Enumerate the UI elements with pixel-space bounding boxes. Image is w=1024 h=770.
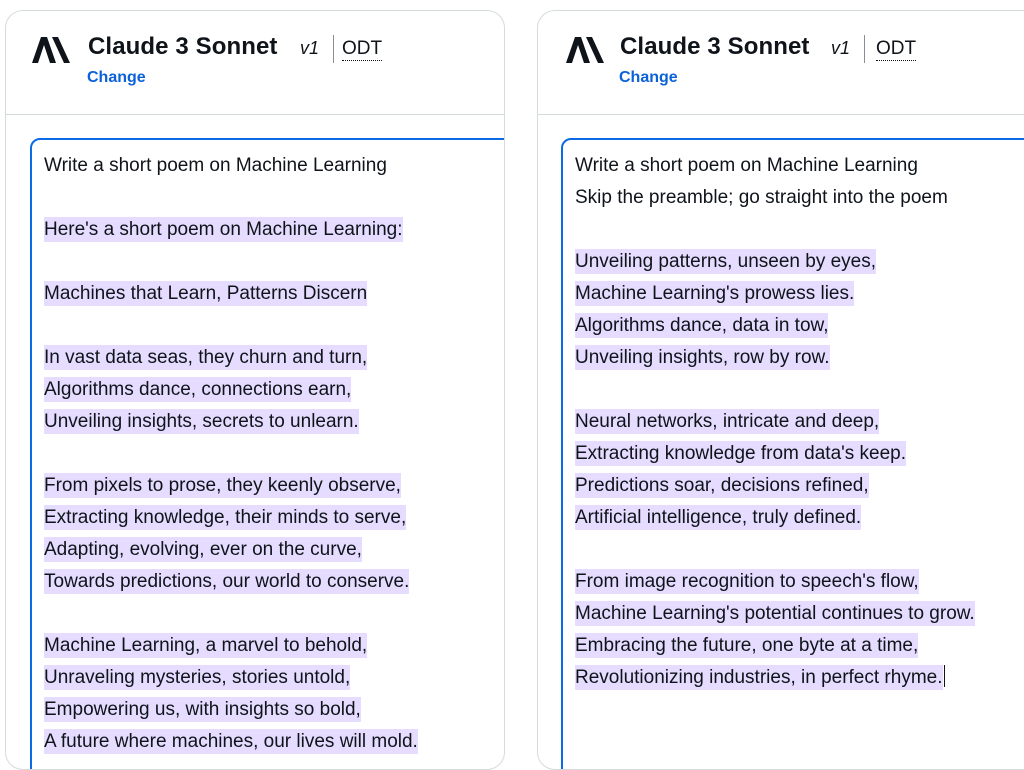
model-version: v1	[300, 38, 320, 58]
model-version: v1	[831, 38, 851, 58]
response-line: Neural networks, intricate and deep,	[575, 409, 880, 434]
response-line: Embracing the future, one byte at a time…	[575, 633, 919, 658]
model-name: Claude 3 Sonnet	[88, 33, 278, 60]
text-content: Write a short poem on Machine Learning H…	[44, 150, 418, 758]
response-line: Algorithms dance, data in tow,	[575, 313, 829, 338]
response-line: Predictions soar, decisions refined,	[575, 473, 869, 498]
response-line-blank	[575, 534, 975, 566]
response-line: In vast data seas, they churn and turn,	[44, 345, 368, 370]
anthropic-logo-icon	[566, 37, 604, 63]
response-line: Revolutionizing industries, in perfect r…	[575, 662, 975, 694]
response-line: A future where machines, our lives will …	[44, 729, 418, 754]
response-line-blank	[44, 182, 418, 214]
response-line: Unveiling patterns, unseen by eyes,	[575, 249, 877, 274]
text-content: Write a short poem on Machine Learning S…	[575, 150, 975, 694]
response-line-blank	[44, 310, 418, 342]
header-divider	[333, 35, 334, 63]
odt-label[interactable]: ODT	[342, 38, 383, 61]
text-cursor	[943, 665, 946, 687]
header-divider	[864, 35, 865, 63]
response-line: From image recognition to speech's flow,	[575, 569, 919, 594]
response-line: Algorithms dance, connections earn,	[44, 377, 352, 402]
response-line: Unveiling insights, row by row.	[575, 345, 830, 370]
response-line: Machines that Learn, Patterns Discern	[44, 281, 368, 306]
model-panel-right: Claude 3 Sonnet v1 ODT Change Write a sh…	[537, 10, 1024, 770]
response-line: Artificial intelligence, truly defined.	[575, 505, 862, 530]
prompt-response-textarea[interactable]: Write a short poem on Machine Learning H…	[30, 138, 504, 769]
change-model-link[interactable]: Change	[619, 69, 678, 87]
response-line-blank	[575, 214, 975, 246]
response-line: Machine Learning's potential continues t…	[575, 601, 975, 626]
response-line-blank	[44, 246, 418, 278]
response-line-blank	[575, 374, 975, 406]
response-line: From pixels to prose, they keenly observ…	[44, 473, 401, 498]
anthropic-logo-icon	[32, 37, 70, 63]
response-line: Empowering us, with insights so bold,	[44, 697, 361, 722]
prompt-line: Skip the preamble; go straight into the …	[575, 187, 948, 208]
response-line: Here's a short poem on Machine Learning:	[44, 217, 403, 242]
response-line: Extracting knowledge, their minds to ser…	[44, 505, 407, 530]
response-line: Towards predictions, our world to conser…	[44, 569, 410, 594]
response-line: Extracting knowledge from data's keep.	[575, 441, 907, 466]
prompt-line: Write a short poem on Machine Learning	[44, 155, 387, 176]
model-panel-left: Claude 3 Sonnet v1 ODT Change Write a sh…	[5, 10, 505, 770]
response-line: Unraveling mysteries, stories untold,	[44, 665, 351, 690]
prompt-response-textarea[interactable]: Write a short poem on Machine Learning S…	[561, 138, 1024, 769]
response-line: Machine Learning, a marvel to behold,	[44, 633, 368, 658]
response-line: Unveiling insights, secrets to unlearn.	[44, 409, 359, 434]
response-line: Adapting, evolving, ever on the curve,	[44, 537, 362, 562]
response-line-blank	[44, 598, 418, 630]
panel-header: Claude 3 Sonnet v1 ODT Change	[6, 11, 504, 115]
odt-label[interactable]: ODT	[876, 38, 917, 61]
response-line: Machine Learning's prowess lies.	[575, 281, 855, 306]
change-model-link[interactable]: Change	[87, 69, 146, 87]
response-line-blank	[44, 438, 418, 470]
prompt-line: Write a short poem on Machine Learning	[575, 155, 918, 176]
panel-header: Claude 3 Sonnet v1 ODT Change	[538, 11, 1024, 115]
model-name: Claude 3 Sonnet	[620, 33, 810, 60]
